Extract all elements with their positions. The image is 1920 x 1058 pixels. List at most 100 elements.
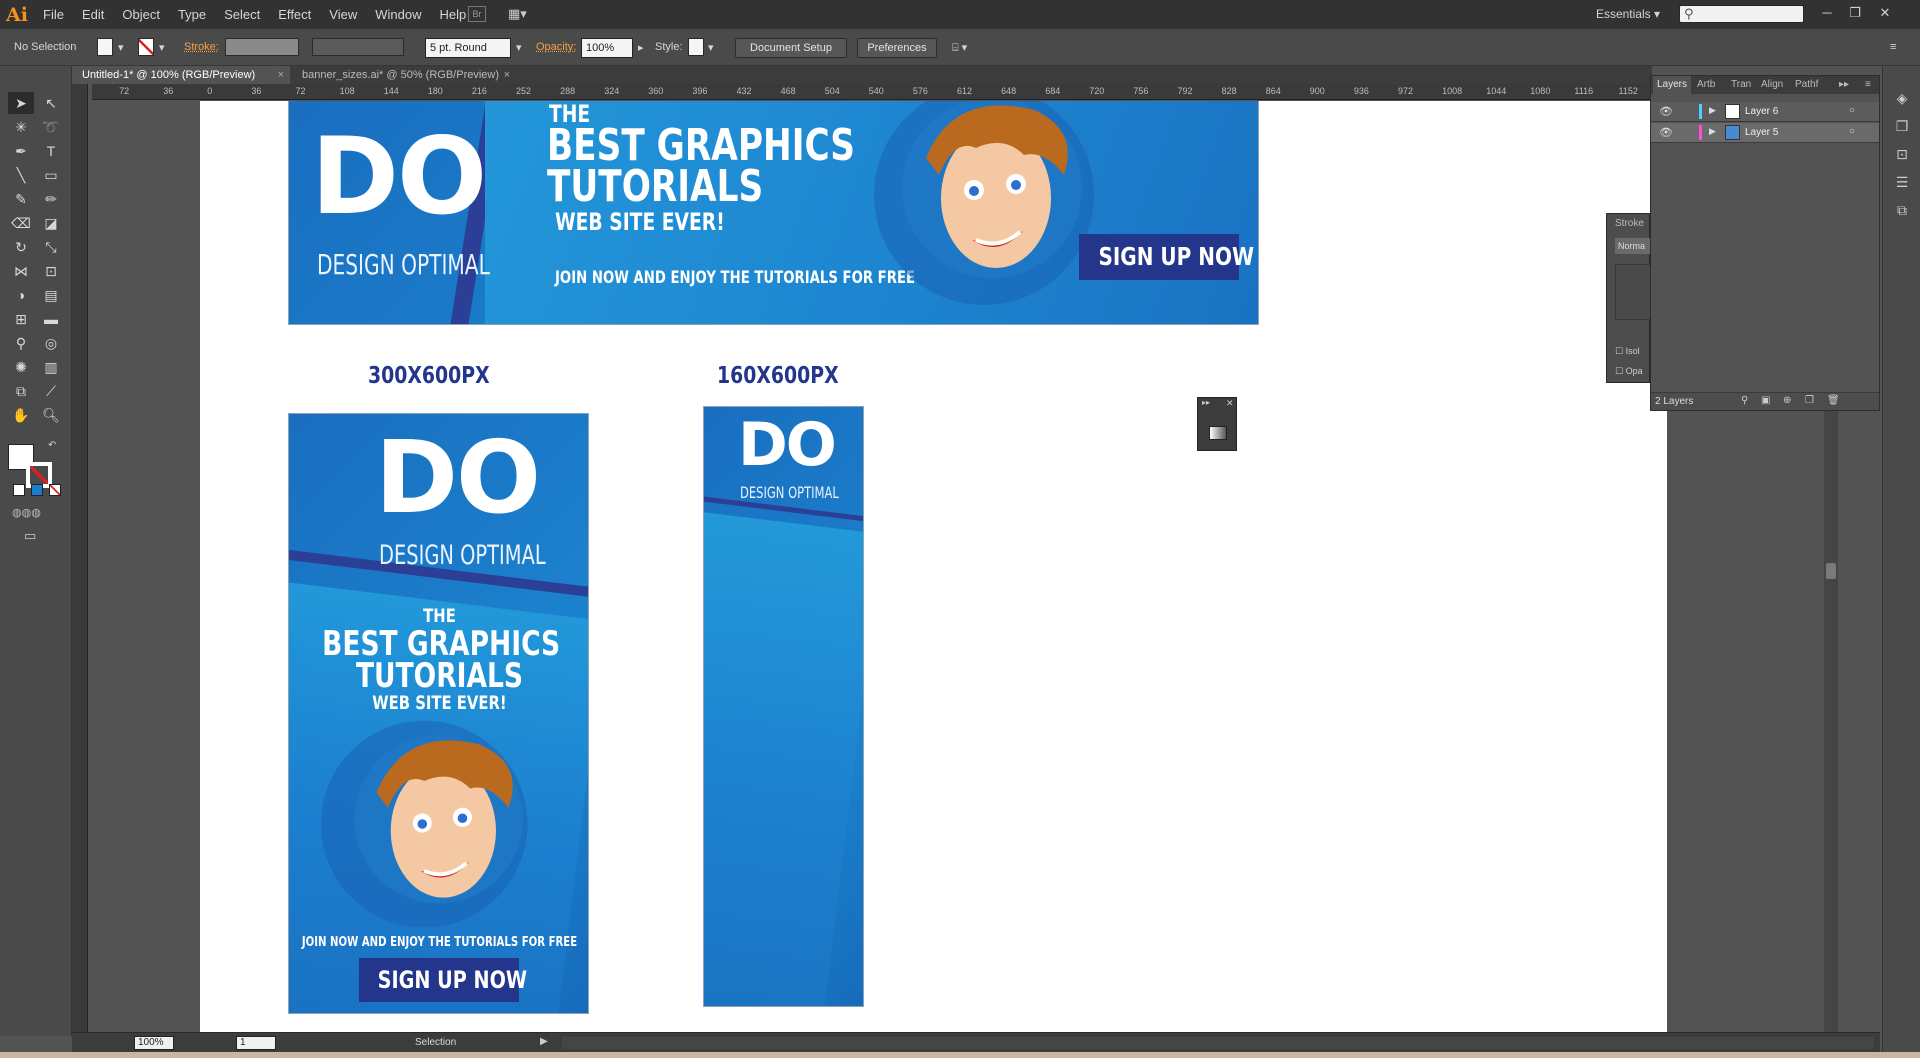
- make-clipping-mask-icon[interactable]: ▣: [1761, 395, 1770, 406]
- variable-width-field[interactable]: [312, 38, 404, 56]
- perspective-grid-tool-icon[interactable]: ▤: [38, 284, 64, 306]
- close-icon[interactable]: ×: [278, 66, 284, 84]
- menu-type[interactable]: Type: [169, 0, 215, 29]
- artboard-tool-icon[interactable]: ⧉: [8, 380, 34, 402]
- stroke-dropdown-icon[interactable]: ▾: [159, 41, 165, 54]
- horizontal-scrollbar[interactable]: [562, 1037, 1874, 1049]
- artboards-icon[interactable]: ❐: [1893, 118, 1911, 136]
- document-setup-button[interactable]: Document Setup: [735, 38, 847, 58]
- visibility-eye-icon[interactable]: 👁︎: [1659, 126, 1673, 139]
- line-tool-icon[interactable]: ╲: [8, 164, 34, 186]
- blend-tool-icon[interactable]: ◎: [38, 332, 64, 354]
- tab-pathfinder[interactable]: Pathf: [1791, 76, 1822, 94]
- panel-menu-icon[interactable]: ≡: [1861, 76, 1875, 94]
- signup-button[interactable]: SIGN UP NOW: [1079, 234, 1254, 280]
- artboard-number-field[interactable]: 1: [236, 1036, 276, 1050]
- layer-row[interactable]: 👁︎ ▶ Layer 6 ○: [1651, 102, 1879, 122]
- narrow-banner[interactable]: DO DESIGN OPTIMAL: [703, 406, 864, 1007]
- horizontal-ruler[interactable]: 1087236036721081441802162522883243603964…: [92, 84, 1652, 100]
- target-circle-icon[interactable]: ○: [1849, 126, 1855, 137]
- floating-gradient-panel[interactable]: ▸▸ ✕: [1197, 397, 1237, 451]
- preferences-button[interactable]: Preferences: [857, 38, 937, 58]
- brush-dropdown-icon[interactable]: ▾: [516, 41, 522, 54]
- tab-layers[interactable]: Layers: [1653, 76, 1692, 94]
- menu-object[interactable]: Object: [113, 0, 169, 29]
- pencil-tool-icon[interactable]: ✏: [38, 188, 64, 210]
- minimize-icon[interactable]: ─: [1816, 4, 1838, 22]
- tab-artboards[interactable]: Artb: [1693, 76, 1719, 94]
- arrange-icon[interactable]: ⌸ ▾: [952, 41, 967, 55]
- selection-tool-icon[interactable]: ➤: [8, 92, 34, 114]
- scroll-thumb[interactable]: [1826, 563, 1836, 579]
- opacity-arrow-icon[interactable]: ▸: [638, 41, 644, 54]
- close-icon[interactable]: ✕: [1226, 398, 1234, 409]
- status-menu-arrow-icon[interactable]: ▶: [540, 1036, 548, 1047]
- none-mode-icon[interactable]: [49, 484, 61, 496]
- zoom-field[interactable]: 100%: [134, 1036, 174, 1050]
- column-graph-tool-icon[interactable]: ▥: [38, 356, 64, 378]
- free-transform-tool-icon[interactable]: ⊡: [38, 260, 64, 282]
- artboard[interactable]: DO DESIGN OPTIMAL THE BEST GRAPHICS TUTO…: [200, 101, 1667, 1032]
- mesh-tool-icon[interactable]: ⊞: [8, 308, 34, 330]
- lasso-tool-icon[interactable]: ➰: [38, 116, 64, 138]
- zoom-tool-icon[interactable]: 🔍︎: [38, 404, 64, 426]
- tab-untitled-1[interactable]: Untitled-1* @ 100% (RGB/Preview) ×: [72, 66, 290, 84]
- collapse-icon[interactable]: ▸▸: [1202, 398, 1210, 407]
- gradient-mode-icon[interactable]: [31, 484, 43, 496]
- eyedropper-tool-icon[interactable]: ⚲: [8, 332, 34, 354]
- transform-icon[interactable]: ⊡: [1893, 146, 1911, 164]
- arrange-documents-icon[interactable]: ▦▾: [508, 6, 534, 22]
- rotate-tool-icon[interactable]: ↻: [8, 236, 34, 258]
- align-icon[interactable]: ☰: [1893, 174, 1911, 192]
- menu-effect[interactable]: Effect: [269, 0, 320, 29]
- shape-builder-tool-icon[interactable]: ◑: [8, 284, 34, 306]
- style-dropdown-icon[interactable]: ▾: [708, 41, 714, 54]
- style-swatch[interactable]: [688, 38, 704, 56]
- opacity-field[interactable]: 100%: [581, 38, 633, 58]
- panel-expand-icon[interactable]: ▸▸: [1835, 76, 1853, 94]
- direct-selection-tool-icon[interactable]: ↖: [38, 92, 64, 114]
- delete-layer-icon[interactable]: 🗑︎: [1827, 395, 1840, 406]
- panel-menu-icon[interactable]: ≡: [1890, 41, 1896, 53]
- stroke-swatch[interactable]: [138, 38, 154, 56]
- tab-banner-sizes[interactable]: banner_sizes.ai* @ 50% (RGB/Preview) ×: [292, 66, 516, 84]
- create-sublayer-icon[interactable]: ⊕: [1783, 395, 1791, 406]
- fill-swatch[interactable]: [97, 38, 113, 56]
- target-circle-icon[interactable]: ○: [1849, 105, 1855, 116]
- opacity-checkbox[interactable]: ☐ Opa: [1615, 366, 1643, 377]
- menu-select[interactable]: Select: [215, 0, 269, 29]
- help-search-input[interactable]: [1679, 5, 1804, 23]
- skyscraper-banner[interactable]: DO DESIGN OPTIMAL THE BEST GRAPHICS TUTO…: [288, 413, 589, 1014]
- expand-triangle-icon[interactable]: ▶: [1709, 105, 1716, 116]
- menu-file[interactable]: File: [34, 0, 73, 29]
- blob-brush-tool-icon[interactable]: ⌫: [8, 212, 34, 234]
- menu-view[interactable]: View: [320, 0, 366, 29]
- swap-colors-icon[interactable]: ↶: [48, 440, 56, 451]
- layer-row[interactable]: 👁︎ ▶ Layer 5 ○: [1651, 123, 1879, 143]
- pathfinder-icon[interactable]: ⧉: [1893, 202, 1911, 220]
- locate-object-icon[interactable]: ⚲: [1741, 395, 1748, 406]
- stroke-panel[interactable]: Stroke Norma ☐ Isol ☐ Opa: [1606, 213, 1651, 383]
- opacity-label[interactable]: Opacity:: [536, 41, 576, 53]
- fill-dropdown-icon[interactable]: ▾: [118, 41, 124, 54]
- pen-tool-icon[interactable]: ✒: [8, 140, 34, 162]
- tab-align[interactable]: Align: [1757, 76, 1787, 94]
- menu-edit[interactable]: Edit: [73, 0, 113, 29]
- tab-transform[interactable]: Tran: [1727, 76, 1755, 94]
- brush-select[interactable]: 5 pt. Round: [425, 38, 511, 58]
- slice-tool-icon[interactable]: ⟋: [38, 380, 64, 402]
- expand-triangle-icon[interactable]: ▶: [1709, 126, 1716, 137]
- bridge-icon[interactable]: Br: [468, 6, 486, 22]
- stroke-mode-select[interactable]: Norma: [1615, 238, 1651, 254]
- vertical-ruler[interactable]: [72, 84, 88, 1032]
- draw-mode-icon[interactable]: ◍◍◍: [12, 506, 41, 519]
- eraser-tool-icon[interactable]: ◪: [38, 212, 64, 234]
- rectangle-tool-icon[interactable]: ▭: [38, 164, 64, 186]
- gradient-tool-icon[interactable]: ▬: [38, 308, 64, 330]
- type-tool-icon[interactable]: T: [38, 140, 64, 162]
- screen-mode-icon[interactable]: ▭: [24, 528, 36, 544]
- isolate-checkbox[interactable]: ☐ Isol: [1615, 346, 1640, 357]
- stroke-label[interactable]: Stroke:: [184, 41, 219, 53]
- close-icon[interactable]: ×: [504, 66, 510, 84]
- canvas[interactable]: DO DESIGN OPTIMAL THE BEST GRAPHICS TUTO…: [89, 101, 1824, 1032]
